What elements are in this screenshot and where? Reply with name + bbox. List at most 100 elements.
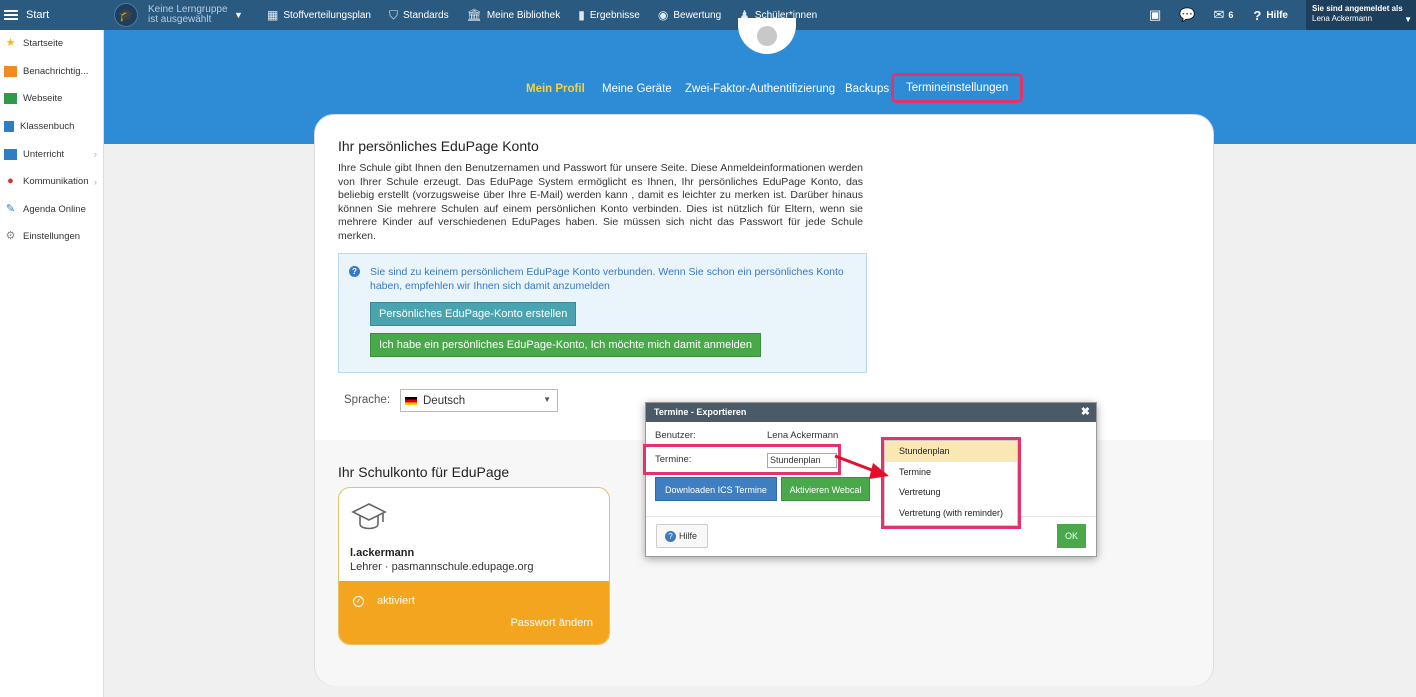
tab-mein-profil[interactable]: Mein Profil [526,82,585,96]
sidebar-item-startseite[interactable]: ★ Startseite [0,30,103,58]
profile-tabs: Mein Profil Meine Geräte Zwei-Faktor-Aut… [104,73,1416,104]
nav-meine-bibliothek[interactable]: 🏛 Meine Bibliothek [467,8,561,22]
chat-icon: ● [7,175,14,188]
avatar [738,18,796,54]
help-button-label: Hilfe [679,531,698,541]
option-vertretung-reminder[interactable]: Vertretung (with reminder) [885,503,1017,524]
message-count-badge: 6 [1228,10,1234,20]
learning-group-label: Keine Lerngruppe ist ausgewählt [148,4,228,25]
chevron-right-icon: › [94,176,97,187]
user-menu[interactable]: Sie sind angemeldet als Lena Ackermann ▼ [1306,0,1416,30]
nav-label: Bewertung [673,9,722,21]
sidebar: ★ Startseite Benachrichtig... Webseite Kl… [0,30,104,697]
annotation-arrow-icon [834,454,889,479]
user-value: Lena Ackermann [767,430,839,441]
help-link[interactable]: Hilfe [1266,10,1288,21]
nav-standards[interactable]: ⛉ Standards [389,8,449,23]
sidebar-item-label: Einstellungen [23,231,81,243]
sidebar-item-label: Agenda Online [23,203,86,215]
star-icon: ★ [5,37,16,50]
pen-icon: ✎ [5,202,16,215]
option-stundenplan[interactable]: Stundenplan [885,441,1017,462]
top-navigation-bar: Start 🎓 Keine Lerngruppe ist ausgewählt … [0,0,1416,30]
intro-text: Ihre Schule gibt Ihnen den Benutzernamen… [338,162,863,242]
sidebar-item-label: Kommunikation [23,176,89,188]
dialog-header: Termine - Exportieren ✖ [646,403,1096,422]
chevron-right-icon: › [94,149,97,160]
sidebar-item-klassenbuch[interactable]: Klassenbuch [0,113,103,141]
help-button[interactable]: ? Hilfe [656,524,708,548]
divider [646,516,1096,517]
nav-bewertung[interactable]: ◉ Bewertung [658,8,721,22]
tab-zwei-faktor[interactable]: Zwei-Faktor-Authentifizierung [685,82,835,96]
school-account-title: Ihr Schulkonto für EduPage [338,464,510,480]
help-icon[interactable]: ? [1253,8,1261,23]
nav-stoffverteilungsplan[interactable]: ▦ Stoffverteilungsplan [267,8,371,22]
profile-card: Ihr persönliches EduPage Konto Ihre Schu… [314,114,1214,686]
chat-icon[interactable]: 💬 [1179,7,1195,23]
briefcase-icon [4,148,17,160]
nav-ergebnisse[interactable]: ▮ Ergebnisse [578,8,640,22]
sidebar-item-benachrichtigungen[interactable]: Benachrichtig... [0,58,103,86]
language-select[interactable]: Deutsch ▼ [400,389,558,412]
german-flag-icon [405,396,417,405]
page-title: Ihr persönliches EduPage Konto [338,138,539,154]
map-icon: ▦ [267,8,279,22]
bar-chart-icon: ▮ [578,8,585,22]
graduation-cap-icon [351,503,387,530]
mail-icon [4,65,17,77]
nav-label: Standards [403,9,449,21]
topbar-right: ▣ 💬 ✉ 6 ? Hilfe Sie sind angemeldet als … [1149,0,1416,30]
account-username: l.ackermann [350,547,415,559]
sidebar-item-label: Unterricht [23,148,65,160]
shield-icon: ⛉ [389,7,399,22]
termine-options-list: Stundenplan Termine Vertretung Vertretun… [881,437,1021,529]
language-value: Deutsch [423,394,466,407]
grade-icon: ◉ [657,8,669,22]
account-status: aktiviert [377,595,415,607]
language-label: Sprache: [344,394,391,406]
ok-button[interactable]: OK [1057,524,1086,548]
tab-backups[interactable]: Backups [845,82,889,96]
home-icon [4,93,17,105]
sidebar-item-einstellungen[interactable]: ⚙ Einstellungen [0,223,103,251]
dialog-title: Termine - Exportieren [654,407,747,417]
change-password-link[interactable]: Passwort ändern [510,617,593,629]
account-school: Lehrer · pasmannschule.edupage.org [350,561,534,573]
mail-icon[interactable]: ✉ [1213,7,1224,23]
chevron-down-icon: ▼ [543,395,551,404]
option-vertretung[interactable]: Vertretung [885,482,1017,503]
check-circle-icon: ✓ [353,596,364,607]
sidebar-item-kommunikation[interactable]: ● Kommunikation › [0,168,103,196]
sidebar-item-unterricht[interactable]: Unterricht › [0,140,103,168]
user-label: Benutzer: [655,430,696,441]
screen-share-icon[interactable]: ▣ [1149,7,1161,23]
sidebar-item-label: Webseite [23,93,63,105]
login-account-button[interactable]: Ich habe ein persönliches EduPage-Konto,… [370,333,761,357]
school-account-card[interactable]: l.ackermann Lehrer · pasmannschule.edupa… [338,487,610,645]
option-termine[interactable]: Termine [885,462,1017,483]
tab-termineinstellungen[interactable]: Termineinstellungen [890,73,1024,103]
sidebar-item-label: Klassenbuch [20,121,75,133]
close-icon[interactable]: ✖ [1081,403,1090,422]
question-icon: ? [665,531,676,542]
info-box: ? Sie sind zu keinem persönlichem EduPag… [338,253,867,373]
sidebar-item-agenda-online[interactable]: ✎ Agenda Online [0,196,103,224]
start-label: Start [26,9,50,21]
start-menu-button[interactable]: Start [0,0,104,30]
tab-meine-geraete[interactable]: Meine Geräte [602,82,672,96]
chevron-down-icon: ▼ [1404,15,1412,24]
sidebar-item-label: Startseite [23,38,64,50]
download-ics-button[interactable]: Downloaden ICS Termine [655,477,777,501]
termine-value: Stundenplan [770,455,821,465]
learning-group-selector[interactable]: 🎓 Keine Lerngruppe ist ausgewählt ▼ [114,3,249,27]
question-icon: ? [349,266,360,277]
sidebar-item-label: Benachrichtig... [23,65,89,77]
termine-select[interactable]: Stundenplan [767,453,837,468]
create-account-button[interactable]: Persönliches EduPage-Konto erstellen [370,302,577,326]
graduation-cap-icon: 🎓 [114,3,138,27]
menu-icon [4,8,18,22]
sidebar-item-webseite[interactable]: Webseite [0,85,103,113]
library-icon: 🏛 [466,8,482,22]
account-status-footer: ✓ aktiviert Passwort ändern [339,581,609,644]
